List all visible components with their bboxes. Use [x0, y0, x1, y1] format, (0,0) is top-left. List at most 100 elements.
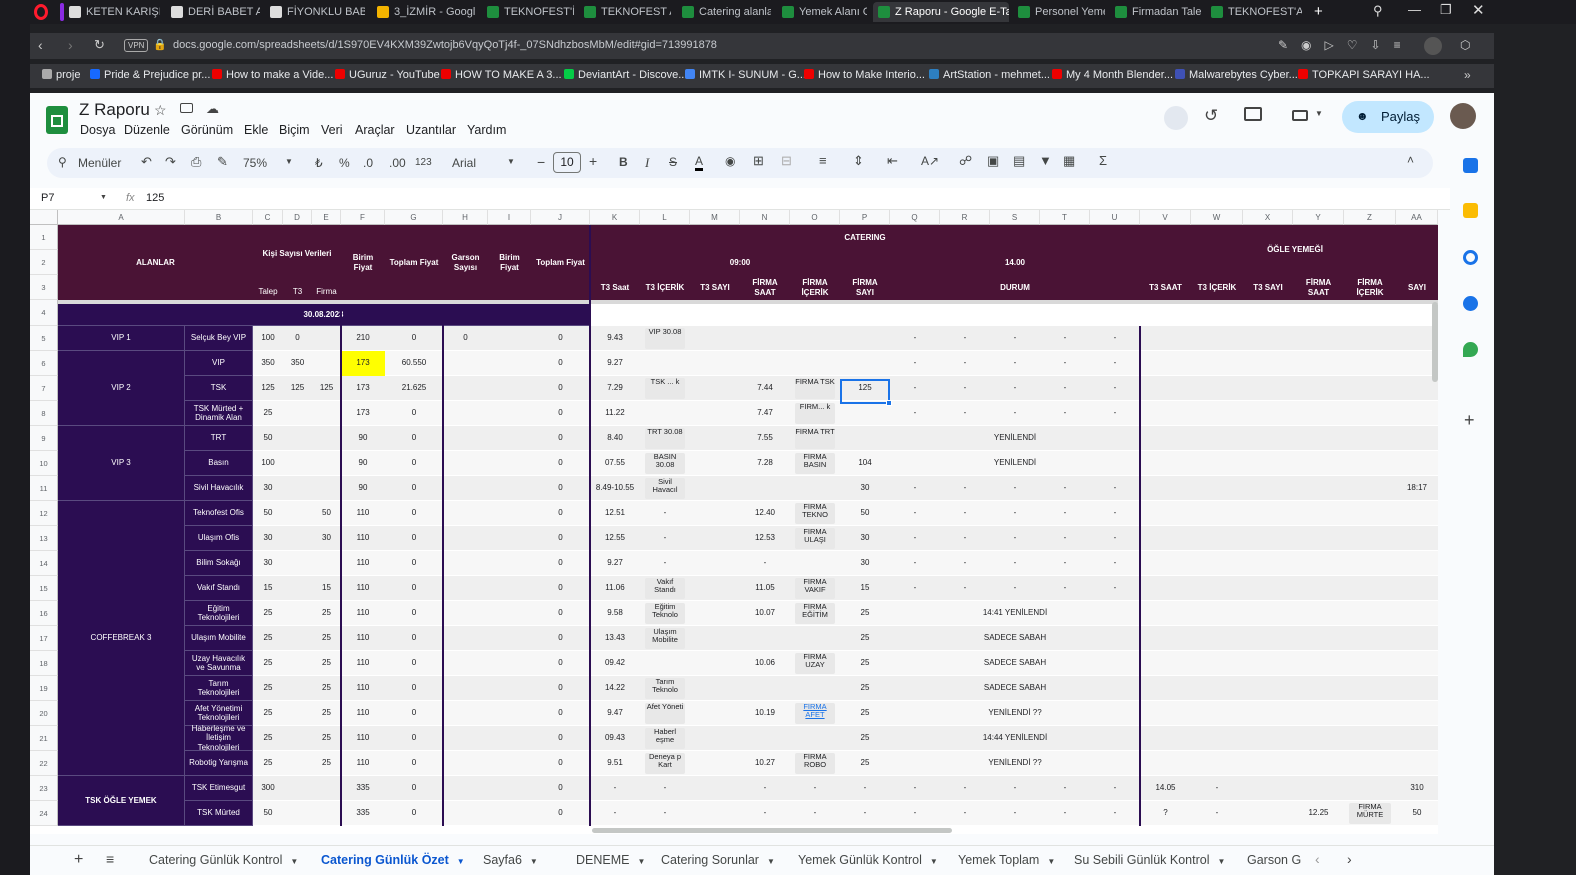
browser-tab[interactable]: Firmadan Talepl	[1110, 2, 1202, 22]
cell-n[interactable]: 12.40	[740, 501, 790, 526]
cell-g[interactable]: 0	[385, 576, 443, 601]
cell-f[interactable]: 110	[341, 501, 385, 526]
share-button[interactable]: ☻ Paylaş	[1342, 101, 1434, 133]
cell-y[interactable]	[1293, 351, 1344, 376]
cell-g[interactable]: 0	[385, 676, 443, 701]
cell-c[interactable]: 50	[253, 426, 283, 451]
sheet-tab[interactable]: Su Sebili Günlük Kontrol ▼	[1074, 853, 1225, 867]
note-cell-l[interactable]: TRT 30.08	[645, 428, 685, 449]
cell-d[interactable]	[283, 526, 312, 551]
cell-k[interactable]: 9.27	[590, 551, 640, 576]
redo-icon[interactable]: ↷	[165, 154, 176, 170]
cell-w[interactable]	[1191, 676, 1243, 701]
date-cell[interactable]: 30.08.2023	[58, 304, 590, 326]
cell-d[interactable]	[283, 801, 312, 826]
subheader-aa[interactable]: SAYI	[1396, 275, 1438, 300]
durum-cell[interactable]: SADECE SABAH	[890, 676, 1140, 701]
cell-d[interactable]	[283, 726, 312, 751]
cell-e[interactable]: 50	[312, 501, 341, 526]
cell-l[interactable]: -	[640, 551, 690, 576]
cell-j[interactable]: 0	[531, 726, 590, 751]
cell-t[interactable]: -	[1040, 801, 1090, 826]
cell-k[interactable]: 12.55	[590, 526, 640, 551]
cell-p[interactable]: 50	[840, 501, 890, 526]
cell-j[interactable]: 0	[531, 426, 590, 451]
cell-n[interactable]: 10.06	[740, 651, 790, 676]
browser-tab[interactable]: TEKNOFEST'ANI	[1206, 2, 1302, 22]
cell-e[interactable]: 25	[312, 676, 341, 701]
italic-icon[interactable]: I	[645, 155, 649, 171]
hdr-alanlar[interactable]: ALANLAR	[58, 225, 253, 300]
column-header[interactable]: Z	[1344, 210, 1396, 225]
cell-g[interactable]: 0	[385, 401, 443, 426]
note-cell-o[interactable]: FİRMA UZAY	[795, 653, 835, 674]
calendar-icon[interactable]	[1463, 158, 1478, 173]
cell-y[interactable]	[1293, 676, 1344, 701]
group-label[interactable]: TSK ÖĞLE YEMEK	[58, 776, 185, 826]
cell-s[interactable]: -	[990, 376, 1040, 401]
hdr-birim[interactable]: Birim Fiyat	[341, 225, 385, 300]
note-cell-l[interactable]: Tarım Teknolo	[645, 678, 685, 699]
cell-w[interactable]	[1191, 426, 1243, 451]
spreadsheet-grid[interactable]: A B C D E F G H I J K L M N O P Q R S T U V W X Y Z AA 1 2 3 4 5 6 7 8 9 10…	[30, 210, 1438, 834]
cell-r[interactable]: -	[940, 526, 990, 551]
bookmark-item[interactable]: UGuruz - YouTube	[335, 69, 440, 81]
subheader-firmaicerik[interactable]: FİRMA İÇERİK	[790, 275, 840, 300]
row-header[interactable]: 12	[30, 501, 58, 526]
column-header[interactable]: A	[58, 210, 185, 225]
cell-j[interactable]: 0	[531, 751, 590, 776]
browser-tab[interactable]: Yemek Alanı Gö	[777, 2, 867, 22]
area-name[interactable]: TSK Mürted	[185, 801, 253, 826]
browser-tab[interactable]: TEKNOFEST ANI	[579, 2, 671, 22]
column-header[interactable]: J	[531, 210, 590, 225]
note-cell-o[interactable]: FİRMA VAKIF	[795, 578, 835, 599]
row-header[interactable]: 1	[30, 225, 58, 250]
cell-t[interactable]: -	[1040, 376, 1090, 401]
cell-p[interactable]: -	[840, 801, 890, 826]
cell-u[interactable]: -	[1090, 576, 1140, 601]
cell-s[interactable]: -	[990, 801, 1040, 826]
note-cell-o[interactable]: FİRMA ROBO	[795, 753, 835, 774]
column-header[interactable]: G	[385, 210, 443, 225]
menu-araçlar[interactable]: Araçlar	[355, 123, 395, 137]
area-name[interactable]: TSK	[185, 376, 253, 401]
cell-y[interactable]	[1293, 326, 1344, 351]
sheet-scroll-left-icon[interactable]: ‹	[1315, 851, 1320, 867]
column-header[interactable]: L	[640, 210, 690, 225]
cell-e[interactable]	[312, 326, 341, 351]
note-cell-o[interactable]: FİRMA ULAŞI	[795, 528, 835, 549]
row-header[interactable]: 16	[30, 601, 58, 626]
cell-e[interactable]	[312, 476, 341, 501]
cell-y[interactable]	[1293, 401, 1344, 426]
column-header[interactable]: R	[940, 210, 990, 225]
area-name[interactable]: TSK Etimesgut	[185, 776, 253, 801]
name-box[interactable]: P7	[41, 192, 54, 204]
cell-w[interactable]: -	[1191, 776, 1243, 801]
cell-q[interactable]: -	[890, 776, 940, 801]
cell-n[interactable]: -	[740, 801, 790, 826]
cell-d[interactable]	[283, 676, 312, 701]
note-cell-o[interactable]: FİRMA BASIN	[795, 453, 835, 474]
area-name[interactable]: TSK Mürted + Dinamik Alan	[185, 401, 253, 426]
cell-d[interactable]	[283, 651, 312, 676]
cell-j[interactable]: 0	[531, 451, 590, 476]
cell-w[interactable]	[1191, 476, 1243, 501]
browser-tab[interactable]: 3_İZMİR - Googl	[372, 2, 476, 22]
cell-h[interactable]	[443, 451, 488, 476]
sheet-tab-menu-icon[interactable]: ▼	[290, 857, 298, 866]
cell-c[interactable]: 125	[253, 376, 283, 401]
note-cell-l[interactable]: Ulaşım Mobilite	[645, 628, 685, 649]
subheader-w[interactable]: T3 İÇERİK	[1191, 275, 1243, 300]
sheet-tab[interactable]: Yemek Günlük Kontrol ▼	[798, 853, 938, 867]
cell-y[interactable]	[1293, 601, 1344, 626]
cell-f[interactable]: 110	[341, 701, 385, 726]
row-header[interactable]: 5	[30, 326, 58, 351]
cell-k[interactable]: -	[590, 801, 640, 826]
row-header[interactable]: 4	[30, 300, 58, 326]
cell-c[interactable]: 30	[253, 551, 283, 576]
bookmark-item[interactable]: proje	[42, 69, 80, 81]
subheader-y[interactable]: FİRMA SAAT	[1293, 275, 1344, 300]
cell-l[interactable]: -	[640, 776, 690, 801]
cell-y[interactable]	[1293, 776, 1344, 801]
cell-h[interactable]	[443, 776, 488, 801]
